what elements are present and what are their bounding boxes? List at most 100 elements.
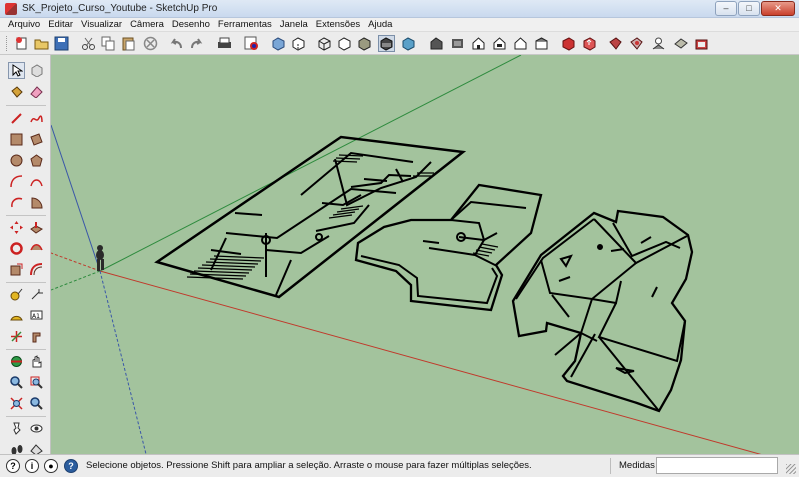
status-bar: ? i ● ? Selecione objetos. Pressione Shi… xyxy=(0,454,799,477)
redo-icon[interactable] xyxy=(188,35,205,52)
select-icon[interactable] xyxy=(8,62,25,79)
text-icon[interactable] xyxy=(28,286,45,303)
shaded-textures-icon[interactable] xyxy=(378,35,395,52)
extension-warehouse-icon[interactable] xyxy=(628,35,645,52)
back-edges-icon[interactable] xyxy=(290,35,307,52)
rotated-rectangle-icon[interactable] xyxy=(28,131,45,148)
freehand-icon[interactable] xyxy=(28,110,45,127)
menu-bar: Arquivo Editar Visualizar Câmera Desenho… xyxy=(0,18,799,32)
get-models-icon[interactable] xyxy=(560,35,577,52)
line-icon[interactable] xyxy=(8,110,25,127)
circle-icon[interactable] xyxy=(8,152,25,169)
two-point-arc-icon[interactable] xyxy=(28,173,45,190)
resize-grip[interactable] xyxy=(786,464,796,474)
zoom-extents-icon[interactable] xyxy=(8,395,25,412)
geo-location-icon[interactable]: ? xyxy=(6,459,20,473)
print-icon[interactable] xyxy=(216,35,233,52)
eraser-icon[interactable] xyxy=(28,83,45,100)
push-pull-icon[interactable] xyxy=(28,219,45,236)
paste-icon[interactable] xyxy=(120,35,137,52)
model-info-icon[interactable] xyxy=(243,35,260,52)
shaded-icon[interactable] xyxy=(356,35,373,52)
offset-icon[interactable] xyxy=(28,261,45,278)
zoom-icon[interactable] xyxy=(8,374,25,391)
protractor-icon[interactable] xyxy=(8,307,25,324)
style-builder-icon[interactable] xyxy=(693,35,710,52)
follow-me-icon[interactable] xyxy=(28,240,45,257)
front-icon[interactable] xyxy=(470,35,487,52)
user-icon[interactable]: ● xyxy=(44,459,58,473)
palette-divider xyxy=(6,105,46,106)
palette-divider xyxy=(6,416,46,417)
dimension-icon[interactable] xyxy=(8,328,25,345)
green-axis-dashed xyxy=(51,270,101,291)
toolbar-grip[interactable] xyxy=(6,36,9,51)
menu-visualizar[interactable]: Visualizar xyxy=(81,19,122,30)
close-button[interactable]: ✕ xyxy=(761,1,795,16)
model-canvas[interactable] xyxy=(51,55,799,454)
axes xyxy=(51,55,762,454)
menu-desenho[interactable]: Desenho xyxy=(172,19,210,30)
minimize-button[interactable]: – xyxy=(715,1,737,16)
window-title: SK_Projeto_Curso_Youtube - SketchUp Pro xyxy=(22,3,218,14)
orbit-icon[interactable] xyxy=(8,353,25,370)
position-camera-icon[interactable] xyxy=(8,420,25,437)
save-icon[interactable] xyxy=(53,35,70,52)
pie-icon[interactable] xyxy=(28,194,45,211)
help-icon[interactable]: ? xyxy=(64,459,78,473)
zoom-window-icon[interactable] xyxy=(28,374,45,391)
three-point-arc-icon[interactable] xyxy=(8,194,25,211)
top-icon[interactable] xyxy=(449,35,466,52)
menu-ajuda[interactable]: Ajuda xyxy=(368,19,392,30)
axes-icon[interactable]: A1 xyxy=(28,307,45,324)
left-icon[interactable] xyxy=(533,35,550,52)
menu-arquivo[interactable]: Arquivo xyxy=(8,19,40,30)
move-icon[interactable] xyxy=(8,219,25,236)
credit-icon[interactable]: i xyxy=(25,459,39,473)
polygon-icon[interactable] xyxy=(28,152,45,169)
layout-icon[interactable] xyxy=(650,35,667,52)
tape-measure-icon[interactable] xyxy=(8,286,25,303)
menu-janela[interactable]: Janela xyxy=(280,19,308,30)
scale-icon[interactable] xyxy=(8,261,25,278)
blue-axis-dashed xyxy=(99,270,147,454)
menu-ferramentas[interactable]: Ferramentas xyxy=(218,19,272,30)
floor-plan-2 xyxy=(354,183,543,312)
measurements-input[interactable] xyxy=(656,457,778,474)
xray-icon[interactable] xyxy=(270,35,287,52)
look-around-icon[interactable] xyxy=(28,420,45,437)
iso-icon[interactable] xyxy=(428,35,445,52)
window-controls: – □ ✕ xyxy=(715,1,795,16)
rectangle-icon[interactable] xyxy=(8,131,25,148)
right-icon[interactable] xyxy=(491,35,508,52)
model-viewport[interactable] xyxy=(51,55,799,454)
share-model-icon[interactable] xyxy=(581,35,598,52)
share-component-icon[interactable] xyxy=(607,35,624,52)
wireframe-icon[interactable] xyxy=(316,35,333,52)
roof-plan xyxy=(511,209,694,413)
arc-icon[interactable] xyxy=(8,173,25,190)
hidden-line-icon[interactable] xyxy=(336,35,353,52)
style-builder-icon[interactable] xyxy=(672,35,689,52)
component-icon[interactable] xyxy=(28,62,45,79)
copy-icon[interactable] xyxy=(100,35,117,52)
measurements-label: Medidas xyxy=(619,460,655,471)
paint-bucket-icon[interactable] xyxy=(8,83,25,100)
undo-icon[interactable] xyxy=(168,35,185,52)
monochrome-icon[interactable] xyxy=(400,35,417,52)
previous-view-icon[interactable] xyxy=(28,395,45,412)
open-icon[interactable] xyxy=(33,35,50,52)
maximize-button[interactable]: □ xyxy=(738,1,760,16)
pan-icon[interactable] xyxy=(28,353,45,370)
back-icon[interactable] xyxy=(512,35,529,52)
3d-text-icon[interactable] xyxy=(28,328,45,345)
cut-icon[interactable] xyxy=(80,35,97,52)
erase-icon[interactable] xyxy=(142,35,159,52)
title-bar: SK_Projeto_Curso_Youtube - SketchUp Pro … xyxy=(0,0,799,18)
new-icon[interactable] xyxy=(13,35,30,52)
menu-editar[interactable]: Editar xyxy=(48,19,73,30)
svg-text:A1: A1 xyxy=(32,313,40,320)
menu-extensoes[interactable]: Extensões xyxy=(316,19,360,30)
menu-camera[interactable]: Câmera xyxy=(130,19,164,30)
rotate-icon[interactable] xyxy=(8,240,25,257)
